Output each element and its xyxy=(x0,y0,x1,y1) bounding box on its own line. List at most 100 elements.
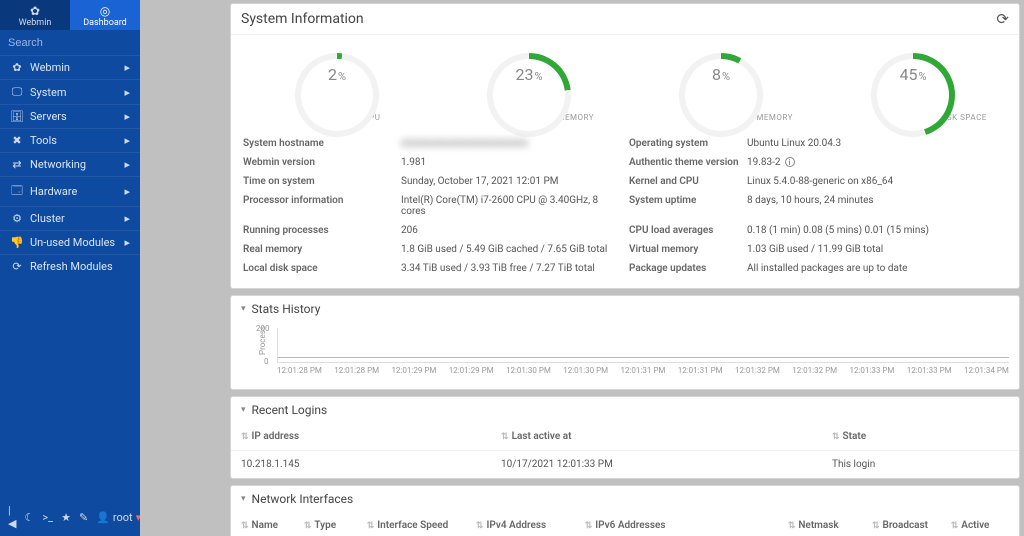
tab-webmin[interactable]: ✿ Webmin xyxy=(0,0,70,30)
gauge-cpu: 2%CPU xyxy=(262,53,412,122)
footer-icon-4[interactable]: ✎ xyxy=(79,511,88,524)
panel-title: Recent Logins xyxy=(252,403,328,417)
x-tick: 12:01:32 PM xyxy=(735,366,780,375)
footer-user[interactable]: 👤root ▾ xyxy=(96,511,141,524)
chevron-right-icon: ▸ xyxy=(124,134,130,147)
tab-dashboard[interactable]: ◎ Dashboard xyxy=(70,0,140,30)
x-tick: 12:01:29 PM xyxy=(392,366,437,375)
sort-icon: ⇅ xyxy=(832,432,840,442)
chart-line xyxy=(278,357,1009,358)
col-header[interactable]: ⇅Name xyxy=(231,512,294,536)
nav-label: Servers xyxy=(30,110,67,123)
sidebar-item-cluster[interactable]: ⚙Cluster▸ xyxy=(0,206,140,230)
y-tick: 200 xyxy=(256,324,270,333)
sidebar-item-servers[interactable]: 🗄Servers▸ xyxy=(0,104,140,128)
info-key: Authentic theme version xyxy=(629,157,739,168)
search-bar: 🔍 xyxy=(0,30,140,55)
info-value[interactable]: Sunday, October 17, 2021 12:01 PM xyxy=(401,176,621,187)
sidebar: ✿ Webmin ◎ Dashboard 🔍 ✿Webmin▸🖵System▸🗄… xyxy=(0,0,140,536)
info-value: 1.8 GiB used / 5.49 GiB cached / 7.65 Gi… xyxy=(401,244,621,255)
user-icon: 👤 xyxy=(96,511,110,524)
col-header[interactable]: ⇅IPv6 Addresses xyxy=(575,512,778,536)
info-key: CPU load averages xyxy=(629,225,739,236)
chevron-right-icon: ▸ xyxy=(124,86,130,99)
caret-icon: ▾ xyxy=(241,405,246,415)
sort-icon: ⇅ xyxy=(367,521,375,531)
panel-header: System Information ⟳ xyxy=(231,4,1019,35)
col-header[interactable]: ⇅Active xyxy=(941,512,1019,536)
chevron-right-icon: ▸ xyxy=(124,185,130,198)
nav-icon: ✿ xyxy=(10,61,24,74)
col-header[interactable]: ⇅Last active at xyxy=(491,423,822,451)
footer-icon-2[interactable]: >_ xyxy=(42,511,53,524)
sidebar-item-tools[interactable]: ✖Tools▸ xyxy=(0,128,140,152)
info-value[interactable]: 8 days, 10 hours, 24 minutes xyxy=(747,195,972,217)
col-header[interactable]: ⇅Broadcast xyxy=(862,512,941,536)
network-interfaces-table: ⇅Name⇅Type⇅Interface Speed⇅IPv4 Address⇅… xyxy=(231,512,1019,536)
panel-header[interactable]: ▾ Recent Logins xyxy=(231,397,1019,423)
info-key: Package updates xyxy=(629,263,739,274)
nav-icon: 🗔 xyxy=(10,182,24,201)
col-header[interactable]: ⇅Type xyxy=(294,512,357,536)
sort-icon: ⇅ xyxy=(951,521,959,531)
caret-icon: ▾ xyxy=(241,494,246,504)
info-grid: System hostname■■■■■■■■■■■■■■■■■■■■■Oper… xyxy=(231,134,1019,288)
sidebar-item-webmin[interactable]: ✿Webmin▸ xyxy=(0,55,140,79)
gauge-value: 8% xyxy=(646,65,796,84)
nav-menu: ✿Webmin▸🖵System▸🗄Servers▸✖Tools▸⇄Network… xyxy=(0,55,140,278)
info-key: Operating system xyxy=(629,138,739,149)
dashboard-icon: ◎ xyxy=(100,5,110,17)
footer-icon-1[interactable]: ☾ xyxy=(24,511,34,524)
chevron-right-icon: ▸ xyxy=(124,61,130,74)
info-value: 1.981 xyxy=(401,157,621,168)
table-row: 10.218.1.14510/17/2021 12:01:33 PMThis l… xyxy=(231,451,1019,479)
info-value: 19.83-2i xyxy=(747,157,972,168)
info-value: Ubuntu Linux 20.04.3 xyxy=(747,138,972,149)
panel-header[interactable]: ▾ Network Interfaces xyxy=(231,486,1019,512)
info-icon[interactable]: i xyxy=(785,157,795,167)
sidebar-item-un-used-modules[interactable]: 👎Un-used Modules▸ xyxy=(0,230,140,254)
info-key: System hostname xyxy=(243,138,393,149)
info-key: Running processes xyxy=(243,225,393,236)
footer-icon-3[interactable]: ★ xyxy=(61,511,71,524)
panel-title: Stats History xyxy=(252,302,321,316)
refresh-icon[interactable]: ⟳ xyxy=(996,10,1009,28)
gauge-value: 2% xyxy=(262,65,412,84)
gauge-value: 45% xyxy=(838,65,988,84)
info-key: Kernel and CPU xyxy=(629,176,739,187)
x-tick: 12:01:31 PM xyxy=(621,366,666,375)
footer-icon-0[interactable]: |◀ xyxy=(8,504,16,530)
nav-icon: ⇄ xyxy=(10,158,24,171)
gauge-virtual-memory: 8%VIRTUAL MEMORY xyxy=(646,53,796,122)
sidebar-item-networking[interactable]: ⇄Networking▸ xyxy=(0,152,140,176)
sidebar-item-system[interactable]: 🖵System▸ xyxy=(0,79,140,104)
sidebar-item-refresh-modules[interactable]: ⟳Refresh Modules xyxy=(0,254,140,278)
col-header[interactable]: ⇅State xyxy=(822,423,1019,451)
nav-label: Tools xyxy=(30,134,57,147)
network-interfaces-panel: ▾ Network Interfaces ⇅Name⇅Type⇅Interfac… xyxy=(230,485,1020,536)
nav-label: Cluster xyxy=(30,212,65,225)
nav-label: Refresh Modules xyxy=(30,260,113,273)
col-header[interactable]: ⇅IP address xyxy=(231,423,491,451)
gauge-real-memory: 23%REAL MEMORY xyxy=(454,53,604,122)
panel-header[interactable]: ▾ Stats History xyxy=(231,296,1019,322)
stats-plot: Process 200 0 xyxy=(277,328,1009,363)
tab-label: Webmin xyxy=(19,18,52,28)
cell-last: 10/17/2021 12:01:33 PM xyxy=(491,451,822,479)
info-value[interactable]: 206 xyxy=(401,225,621,236)
x-tick: 12:01:34 PM xyxy=(964,366,1009,375)
info-value[interactable]: All installed packages are up to date xyxy=(747,263,972,274)
col-header[interactable]: ⇅Interface Speed xyxy=(357,512,466,536)
info-value: 1.03 GiB used / 11.99 GiB total xyxy=(747,244,972,255)
sort-icon: ⇅ xyxy=(241,432,249,442)
search-input[interactable] xyxy=(8,37,150,49)
sidebar-item-hardware[interactable]: 🗔Hardware▸ xyxy=(0,176,140,206)
col-header[interactable]: ⇅IPv4 Address xyxy=(466,512,575,536)
info-key: Real memory xyxy=(243,244,393,255)
col-header[interactable]: ⇅Netmask xyxy=(778,512,862,536)
info-value: 3.34 TiB used / 3.93 TiB free / 7.27 TiB… xyxy=(401,263,621,274)
info-key: Webmin version xyxy=(243,157,393,168)
gauge-value: 23% xyxy=(454,65,604,84)
y-tick: 0 xyxy=(264,357,269,366)
x-tick: 12:01:28 PM xyxy=(277,366,322,375)
